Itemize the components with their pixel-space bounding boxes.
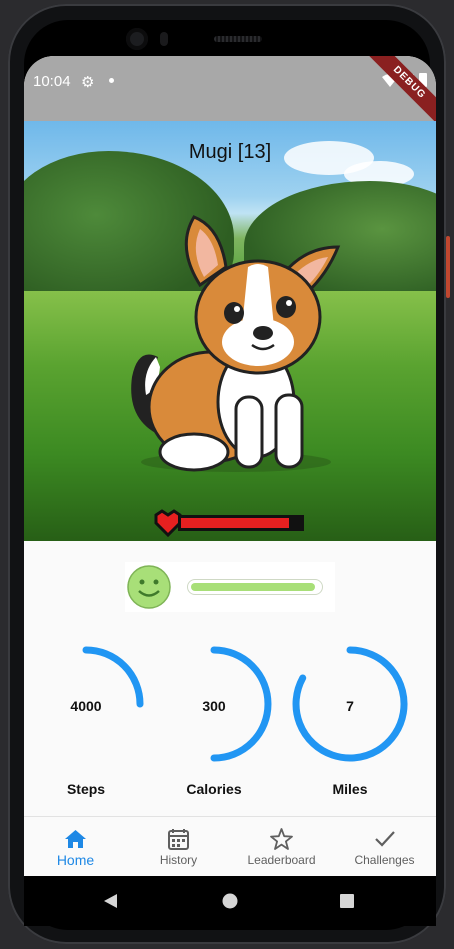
steps-value: 4000: [70, 698, 102, 714]
check-icon: [375, 831, 395, 847]
calories-stat: 300 Calories: [152, 642, 276, 797]
miles-stat: 7 Miles: [288, 642, 412, 797]
calories-value: 300: [202, 698, 226, 714]
nav-home[interactable]: Home: [24, 817, 127, 876]
gear-icon: ⚙: [81, 74, 95, 91]
sensor-icon: [160, 32, 168, 46]
back-icon[interactable]: [102, 893, 118, 909]
status-bar: 10:04 ⚙ DEBUG: [24, 56, 436, 136]
app-screen: 10:04 ⚙ DEBUG Mugi [13] 4000 Steps 300 C…: [24, 56, 436, 876]
calories-label: Calories: [186, 781, 242, 797]
home-icon: [65, 830, 86, 848]
notification-dot-icon: [109, 78, 114, 83]
recents-icon[interactable]: [340, 894, 354, 908]
steps-label: Steps: [66, 781, 106, 797]
heart-icon: [154, 509, 182, 537]
miles-value: 7: [346, 698, 354, 714]
nav-challenges-label: Challenges: [354, 853, 415, 867]
system-nav-bar: [24, 876, 436, 926]
miles-label: Miles: [332, 781, 368, 797]
nav-history-label: History: [159, 853, 198, 867]
smiley-icon: [127, 565, 171, 609]
mood-bar: [187, 579, 323, 595]
bottom-nav: Home History Leaderboard Challenges: [24, 816, 436, 876]
status-time: 10:04: [33, 73, 71, 90]
nav-history[interactable]: History: [127, 817, 230, 876]
camera-icon: [126, 28, 148, 50]
nav-leaderboard-label: Leaderboard: [247, 853, 316, 867]
mood-fill: [191, 583, 315, 591]
nav-leaderboard[interactable]: Leaderboard: [230, 817, 333, 876]
power-button[interactable]: [446, 236, 450, 298]
nav-challenges[interactable]: Challenges: [333, 817, 436, 876]
steps-stat: 4000 Steps: [24, 642, 148, 797]
star-icon: [270, 828, 293, 850]
nav-home-label: Home: [56, 852, 95, 868]
mood-card: [125, 562, 335, 612]
pet-scene: Mugi [13]: [24, 121, 436, 541]
health-fill: [181, 518, 289, 528]
speaker-grille: [214, 36, 262, 42]
home-circle-icon[interactable]: [222, 893, 238, 909]
pet-name: Mugi [13]: [188, 141, 272, 163]
corgi-pet[interactable]: [116, 207, 346, 477]
health-bar: [154, 509, 304, 537]
calendar-icon: [168, 829, 189, 850]
